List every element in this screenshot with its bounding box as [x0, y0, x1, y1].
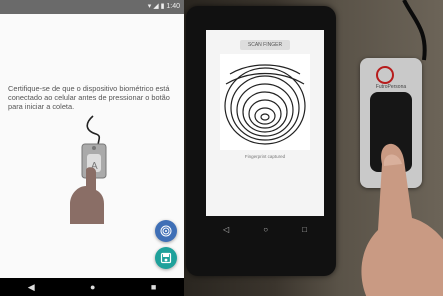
home-button[interactable]: ● [90, 282, 95, 292]
app-screen: ▾ ◢ ▮ 1:40 Certifique-se de que o dispos… [0, 0, 185, 296]
fingerprint-scan-button[interactable] [155, 220, 177, 242]
biometric-device-illustration: A [70, 115, 107, 224]
navigation-bar: ◀ ● ■ [0, 278, 184, 296]
phone-recents-button: □ [302, 224, 307, 234]
phone-home-button: ○ [263, 224, 269, 234]
phone-navigation-bar: ◁ ○ □ [206, 220, 324, 238]
phone-screen: SCAN FINGER Fingerprint captured [206, 30, 324, 216]
fingerprint-icon [160, 225, 172, 237]
fingerprint-caption: Fingerprint captured [244, 154, 286, 159]
recents-button[interactable]: ■ [151, 282, 156, 292]
smartphone: SCAN FINGER Fingerprint captured ◁ ○ □ [186, 6, 336, 276]
save-button[interactable] [155, 247, 177, 269]
scan-finger-button[interactable]: SCAN FINGER [240, 40, 290, 50]
back-button[interactable]: ◀ [28, 282, 35, 293]
status-icons: ▾ ◢ ▮ 1:40 [147, 3, 180, 10]
hand [361, 143, 443, 296]
reader-brand-label: FutroPersona [375, 84, 407, 90]
phone-back-button: ◁ [223, 224, 230, 234]
reader-logo-icon [376, 66, 394, 84]
status-bar: ▾ ◢ ▮ 1:40 [0, 0, 184, 14]
fingerprint-image [220, 54, 310, 150]
device-photo: SCAN FINGER Fingerprint captured ◁ ○ □ F… [184, 0, 443, 296]
save-icon [160, 252, 172, 264]
